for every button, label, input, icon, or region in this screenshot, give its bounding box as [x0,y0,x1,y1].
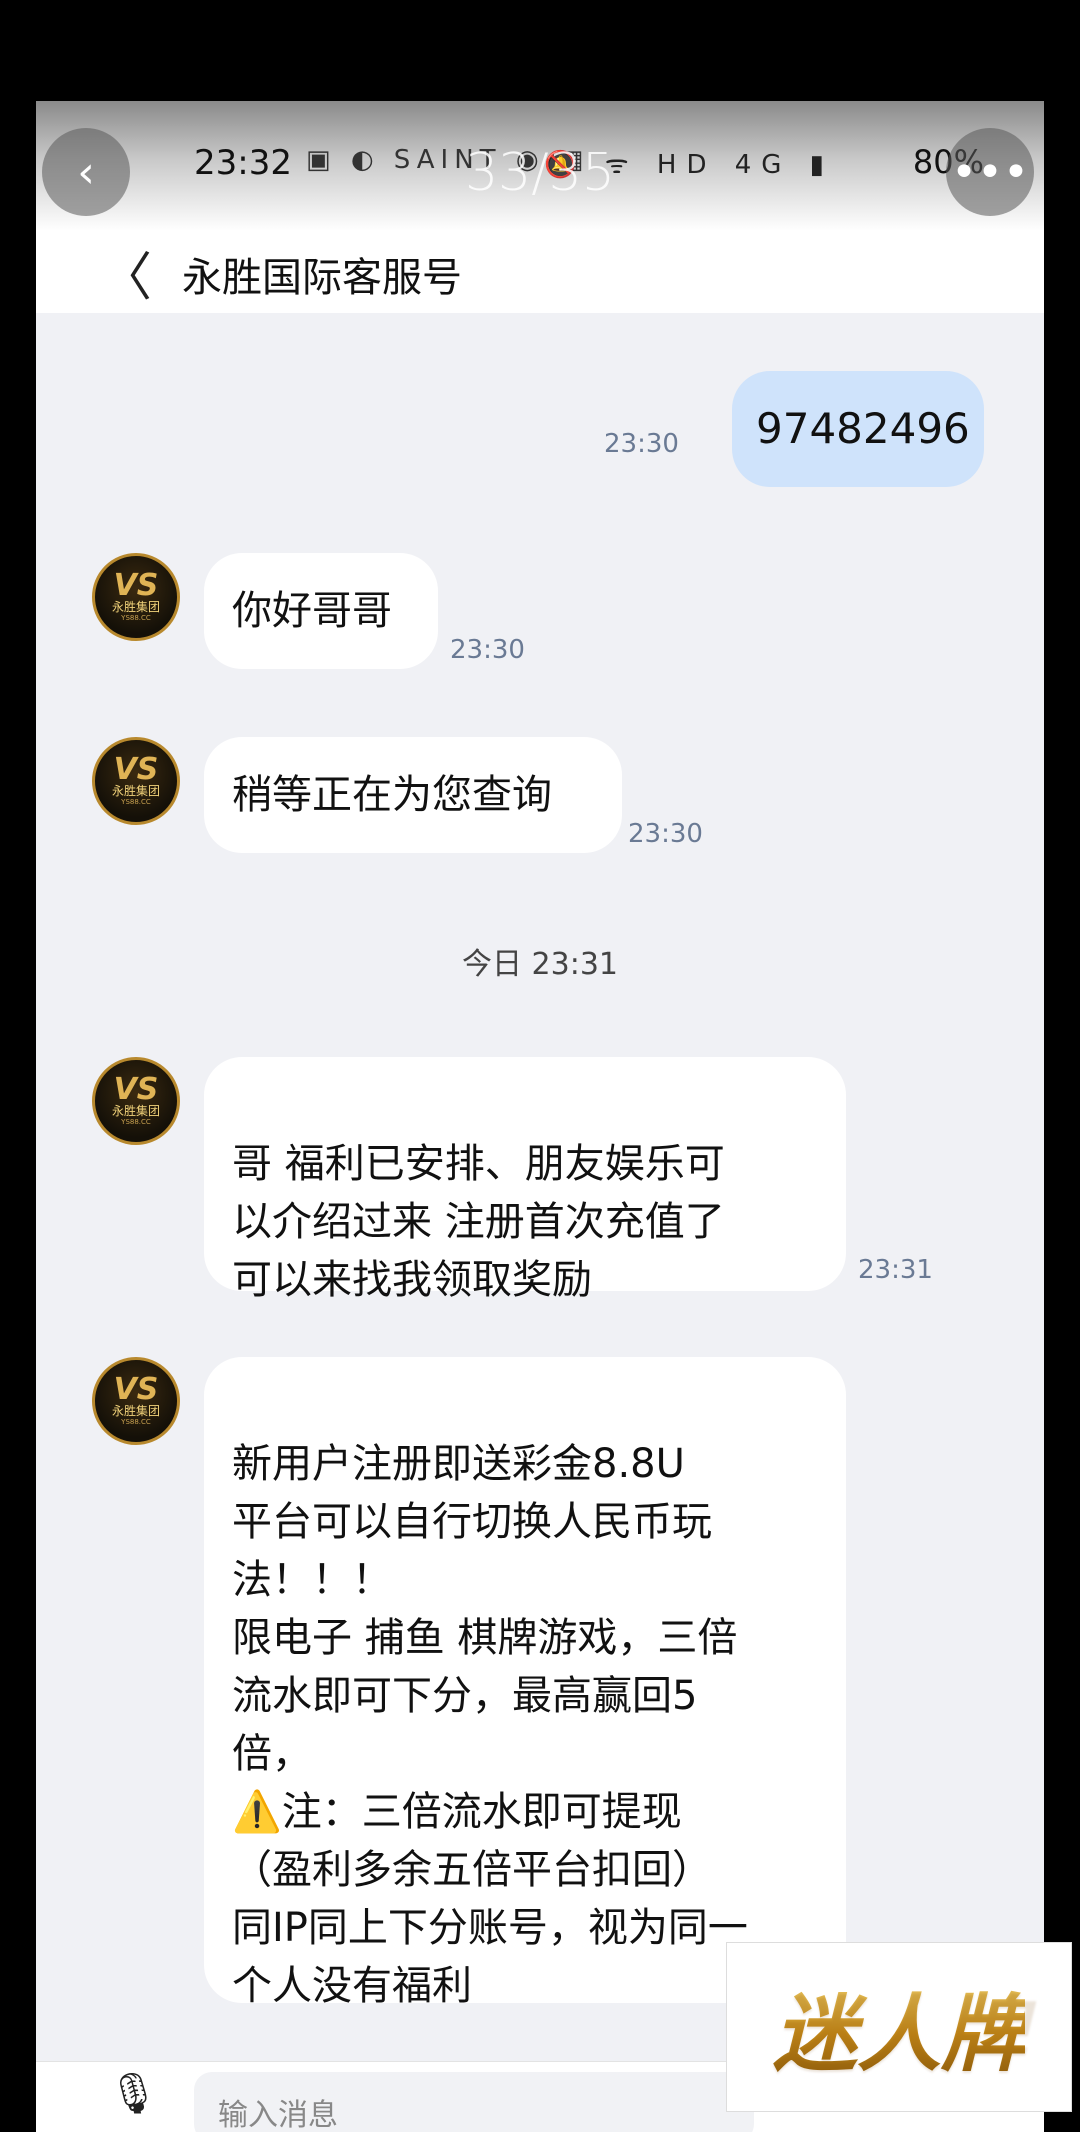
message-bubble-incoming[interactable]: 哥 福利已安排、朋友娱乐可 以介绍过来 注册首次充值了 可以来找我领取奖励 [204,1057,846,1303]
viewer-more-button[interactable]: ••• [946,128,1034,216]
message-bubble-incoming[interactable]: 新用户注册即送彩金8.8U 平台可以自行切换人民币玩 法！！！ 限电子 捕鱼 棋… [204,1357,846,2009]
contact-avatar[interactable]: VS 永胜集团 YS88.CC [92,1057,180,1145]
more-dots-icon: ••• [951,146,1029,198]
message-bubble-outgoing[interactable]: 97482496 [732,371,984,487]
message-input[interactable]: 输入消息 [194,2072,754,2132]
message-time: 23:31 [858,1255,933,1285]
message-text: 你好哥哥 [232,588,392,634]
status-bar: 23:32 ▣ ◐ SAINT ◉ ▦ 🔕 ᯤ HD 4G ▮ 80% 33/3… [36,101,1044,231]
message-text: 97482496 [756,404,970,453]
image-page-counter: 33/35 [465,143,615,203]
message-text: 哥 福利已安排、朋友娱乐可 以介绍过来 注册首次充值了 可以来找我领取奖励 [232,1141,725,1303]
watermark-text: 迷人牌 [773,1967,1025,2088]
screenshot-content: 23:32 ▣ ◐ SAINT ◉ ▦ 🔕 ᯤ HD 4G ▮ 80% 33/3… [36,101,1044,2132]
message-text: 稍等正在为您查询 [232,772,552,818]
chat-title: 永胜国际客服号 [182,255,462,301]
chat-header: 〈 永胜国际客服号 [36,231,1044,313]
microphone-icon[interactable]: 🎙 [108,2070,159,2117]
watermark-logo: 迷人牌 [726,1942,1072,2112]
viewer-back-button[interactable]: ‹ [42,128,130,216]
chat-back-icon[interactable]: 〈 [100,235,152,310]
contact-avatar[interactable]: VS 永胜集团 YS88.CC [92,1357,180,1445]
message-bubble-incoming[interactable]: 你好哥哥 [204,553,438,669]
contact-avatar[interactable]: VS 永胜集团 YS88.CC [92,553,180,641]
message-time: 23:30 [604,429,679,459]
chevron-left-icon: ‹ [77,146,95,198]
contact-avatar[interactable]: VS 永胜集团 YS88.CC [92,737,180,825]
message-time: 23:30 [450,635,525,665]
message-time: 23:30 [628,819,703,849]
date-divider: 今日 23:31 [462,947,618,982]
message-text: 新用户注册即送彩金8.8U 平台可以自行切换人民币玩 法！！！ 限电子 捕鱼 棋… [232,1441,748,2009]
message-bubble-incoming[interactable]: 稍等正在为您查询 [204,737,622,853]
